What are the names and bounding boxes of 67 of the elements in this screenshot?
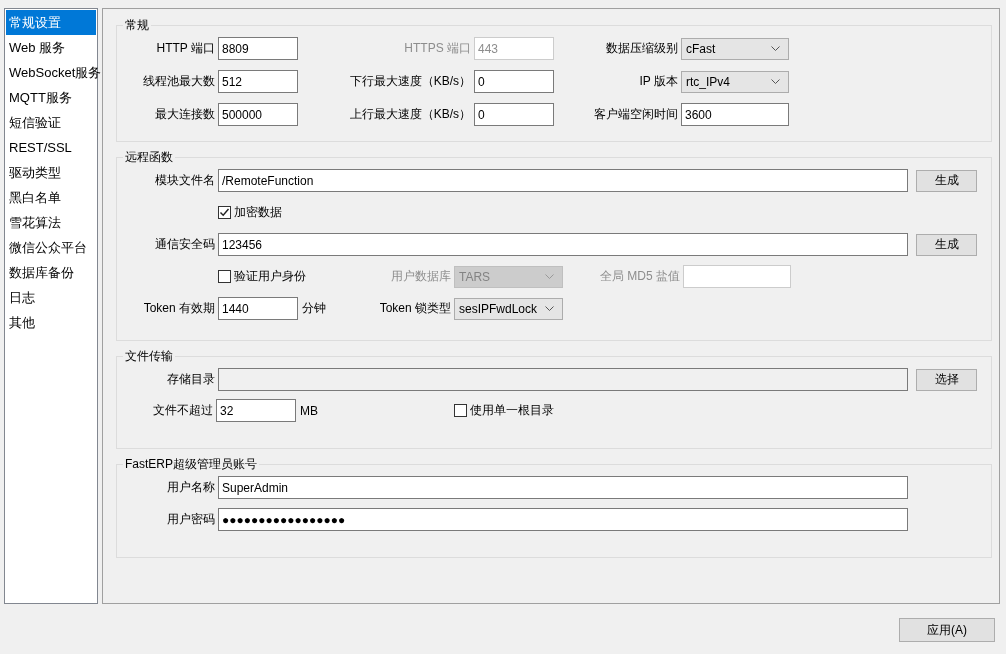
sidebar-item[interactable]: MQTT服务 [6,85,96,110]
sidebar-item[interactable]: 黑白名单 [6,185,96,210]
checkbox[interactable] [218,270,231,283]
input-field[interactable]: 3600 [681,103,789,126]
generate-button[interactable]: 生成 [916,233,977,256]
dropdown[interactable]: sesIPFwdLock [454,297,563,320]
checkbox-label[interactable]: 使用单一根目录 [470,402,554,419]
sidebar-item[interactable]: 数据库备份 [6,260,96,285]
input-field[interactable] [218,368,908,391]
field-label: HTTPS 端口 [404,40,471,57]
input-field[interactable]: SuperAdmin [218,476,908,499]
caret-icon [545,306,554,311]
field-label: Token 有效期 [143,300,215,317]
browse-button[interactable]: 选择 [916,368,977,391]
input-field[interactable]: 123456 [218,233,908,256]
caret-icon [545,274,554,279]
caret-icon [771,46,780,51]
input-field[interactable]: 1440 [218,297,298,320]
apply-button[interactable]: 应用(A) [899,618,995,642]
checkbox[interactable] [218,206,231,219]
sidebar-item[interactable]: Web 服务 [6,35,96,60]
checkbox-label[interactable]: 验证用户身份 [234,268,306,285]
unit-label: MB [300,403,318,418]
group-title: 远程函数 [124,150,174,164]
input-field[interactable]: 32 [216,399,296,422]
field-label: 上行最大速度（KB/s） [349,106,471,123]
input-field[interactable]: 0 [474,70,554,93]
dropdown[interactable]: rtc_IPv4 [681,70,789,93]
sidebar-item[interactable]: 短信验证 [6,110,96,135]
checkbox[interactable] [454,404,467,417]
group-title: FastERP超级管理员账号 [124,457,258,471]
field-label: 数据压缩级别 [606,40,678,57]
sidebar-item[interactable]: 雪花算法 [6,210,96,235]
field-label: 用户名称 [167,479,215,496]
field-label: 下行最大速度（KB/s） [349,73,471,90]
sidebar-item[interactable]: 其他 [6,310,96,335]
password-field[interactable]: ●●●●●●●●●●●●●●●●● [218,508,908,531]
checkbox-label[interactable]: 加密数据 [234,204,282,221]
group-title: 常规 [124,18,150,32]
input-field[interactable]: /RemoteFunction [218,169,908,192]
sidebar-item[interactable]: REST/SSL [6,135,96,160]
field-label: 全局 MD5 盐值 [600,268,680,285]
caret-icon [771,79,780,84]
group-title: 文件传输 [124,349,174,363]
field-label: 模块文件名 [155,172,215,189]
sidebar-item[interactable]: 常规设置 [6,10,96,35]
sidebar-item[interactable]: 日志 [6,285,96,310]
field-label: IP 版本 [639,73,678,90]
input-field[interactable]: 500000 [218,103,298,126]
field-label: 通信安全码 [155,236,215,253]
field-label: HTTP 端口 [156,40,215,57]
field-label: Token 锁类型 [379,300,451,317]
field-label: 用户密码 [167,511,215,528]
sidebar-item[interactable]: 微信公众平台 [6,235,96,260]
field-label: 用户数据库 [391,268,451,285]
dropdown[interactable]: cFast [681,37,789,60]
generate-button[interactable]: 生成 [916,169,977,192]
input-field[interactable]: 0 [474,103,554,126]
field-label: 存储目录 [167,371,215,388]
field-label: 线程池最大数 [143,73,215,90]
input-field[interactable]: 512 [218,70,298,93]
sidebar-item[interactable]: 驱动类型 [6,160,96,185]
field-label: 客户端空闲时间 [594,106,678,123]
field-label: 文件不超过 [153,402,213,419]
input-field[interactable]: 8809 [218,37,298,60]
field-label: 最大连接数 [155,106,215,123]
unit-label: 分钟 [302,301,326,315]
